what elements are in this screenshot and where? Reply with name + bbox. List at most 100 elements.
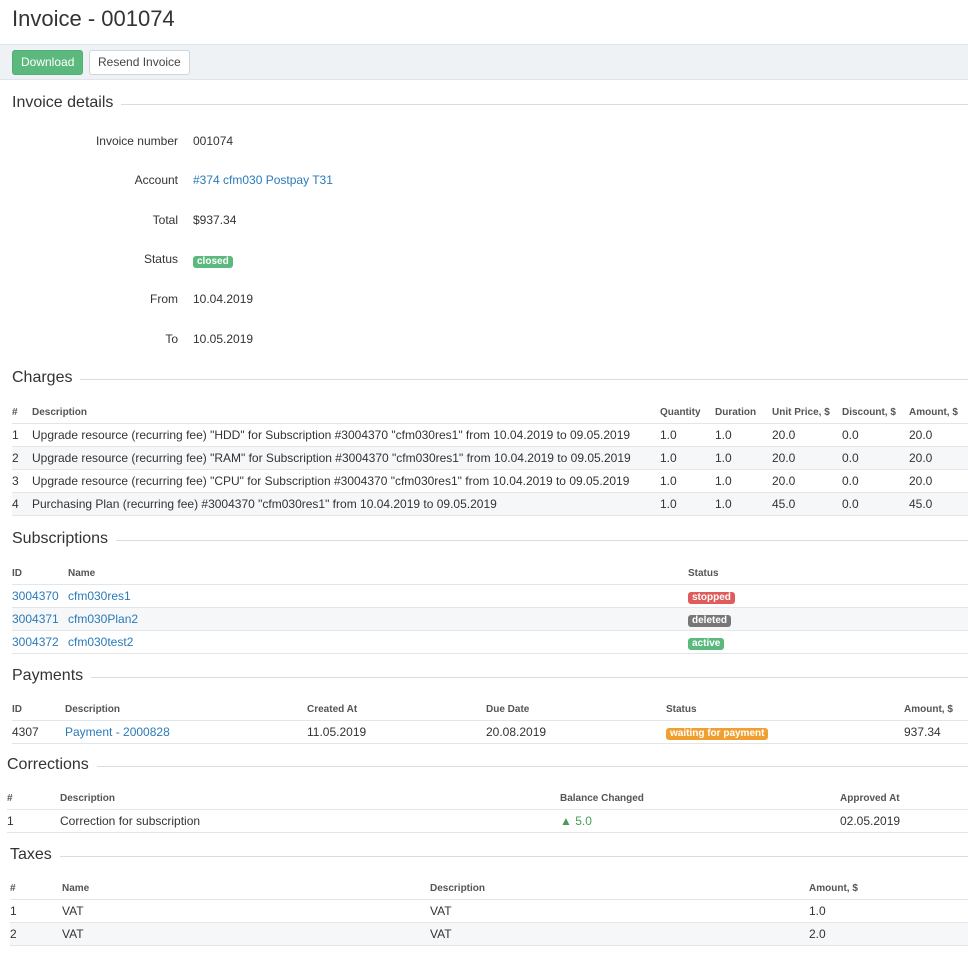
cell: 1.0 xyxy=(715,492,772,516)
table-row: 1 VAT VAT 1.0 xyxy=(10,899,968,923)
status-badge: closed xyxy=(193,256,233,268)
payments-table: ID Description Created At Due Date Statu… xyxy=(12,698,968,744)
cell: 1.0 xyxy=(715,423,772,447)
cell: 0.0 xyxy=(842,469,909,493)
subscription-id-link[interactable]: 3004370 xyxy=(12,589,59,603)
toolbar: Download Resend Invoice xyxy=(0,44,968,80)
table-row: 1 Correction for subscription ▲ 5.0 02.0… xyxy=(7,809,968,833)
column-header: Status xyxy=(688,567,719,579)
download-button[interactable]: Download xyxy=(12,50,84,75)
status-badge: waiting for payment xyxy=(666,727,769,740)
divider xyxy=(12,379,968,380)
divider xyxy=(12,104,968,105)
column-header: Amount, $ xyxy=(809,882,858,894)
invoice-number-label: Invoice number xyxy=(95,134,178,148)
column-header: Discount, $ xyxy=(842,406,896,418)
cell: 20.0 xyxy=(909,469,968,493)
column-header: Approved At xyxy=(840,792,900,804)
divider xyxy=(10,856,968,857)
column-header: # xyxy=(12,406,18,418)
cell: 1 xyxy=(12,423,32,447)
divider xyxy=(7,766,968,767)
column-header: Description xyxy=(430,882,486,894)
status-badge: active xyxy=(688,637,725,650)
column-header: Unit Price, $ xyxy=(772,406,830,418)
section-title-details: Invoice details xyxy=(12,94,122,112)
account-link[interactable]: #374 cfm030 Postpay T31 xyxy=(193,173,333,187)
status-badge: deleted xyxy=(688,614,732,627)
cell: 1.0 xyxy=(660,492,715,516)
subscription-name-link[interactable]: cfm030res1 xyxy=(68,589,131,603)
cell: 1.0 xyxy=(715,469,772,493)
column-header: Quantity xyxy=(660,406,701,418)
cell: 0.0 xyxy=(842,423,909,447)
column-header: Due Date xyxy=(486,703,530,715)
cell: 20.0 xyxy=(772,423,842,447)
cell: 0.0 xyxy=(842,492,909,516)
taxes-table: # Name Description Amount, $ 1 VAT VAT 1… xyxy=(10,877,968,946)
cell: 2 xyxy=(10,922,62,946)
table-row: 2 Upgrade resource (recurring fee) "RAM"… xyxy=(12,446,968,470)
table-row: 1 Upgrade resource (recurring fee) "HDD"… xyxy=(12,423,968,447)
resend-invoice-button[interactable]: Resend Invoice xyxy=(89,50,190,75)
cell: 3 xyxy=(12,469,32,493)
column-header: ID xyxy=(12,703,22,715)
column-header: # xyxy=(7,792,13,804)
column-header: Created At xyxy=(307,703,358,715)
table-row: 3004371 cfm030Plan2 deleted xyxy=(12,607,968,631)
column-header: ID xyxy=(12,567,22,579)
subscription-id-link[interactable]: 3004371 xyxy=(12,612,59,626)
cell: 1 xyxy=(10,899,62,923)
subscription-name-link[interactable]: cfm030test2 xyxy=(68,635,133,649)
cell: 4307 xyxy=(12,720,65,744)
cell: Purchasing Plan (recurring fee) #3004370… xyxy=(32,492,660,516)
cell: 20.0 xyxy=(909,446,968,470)
corrections-table: # Description Balance Changed Approved A… xyxy=(7,787,968,833)
subscription-name-link[interactable]: cfm030Plan2 xyxy=(68,612,138,626)
account-label: Account xyxy=(134,173,178,187)
section-title-taxes: Taxes xyxy=(10,846,60,864)
cell: 45.0 xyxy=(772,492,842,516)
section-title-corrections: Corrections xyxy=(7,756,97,774)
column-header: Amount, $ xyxy=(904,703,953,715)
total-label: Total xyxy=(152,213,178,227)
cell: 20.0 xyxy=(909,423,968,447)
column-header: Balance Changed xyxy=(560,792,644,804)
total-value: $937.34 xyxy=(193,213,237,227)
status-badge: stopped xyxy=(688,591,735,604)
table-row: 2 VAT VAT 2.0 xyxy=(10,922,968,946)
cell: 20.0 xyxy=(772,446,842,470)
cell: Upgrade resource (recurring fee) "RAM" f… xyxy=(32,446,660,470)
from-value: 10.04.2019 xyxy=(193,292,254,306)
cell: VAT xyxy=(430,899,809,923)
section-title-subscriptions: Subscriptions xyxy=(12,530,117,548)
divider xyxy=(12,540,968,541)
subscriptions-table: ID Name Status 3004370 cfm030res1 stoppe… xyxy=(12,562,968,654)
section-title-payments: Payments xyxy=(12,667,92,685)
column-header: Status xyxy=(666,703,697,715)
table-row: 3 Upgrade resource (recurring fee) "CPU"… xyxy=(12,469,968,493)
cell: 0.0 xyxy=(842,446,909,470)
balance-changed-cell: ▲ 5.0 xyxy=(560,809,840,833)
cell: 20.0 xyxy=(772,469,842,493)
payment-link[interactable]: Payment - 2000828 xyxy=(65,725,170,739)
cell: VAT xyxy=(62,922,430,946)
to-value: 10.05.2019 xyxy=(193,332,254,346)
cell: 937.34 xyxy=(904,720,968,744)
status-label: Status xyxy=(143,252,178,266)
cell: Upgrade resource (recurring fee) "HDD" f… xyxy=(32,423,660,447)
table-row: 3004372 cfm030test2 active xyxy=(12,630,968,654)
column-header: Description xyxy=(32,406,88,418)
column-header: Description xyxy=(65,703,121,715)
cell: VAT xyxy=(430,922,809,946)
cell: Upgrade resource (recurring fee) "CPU" f… xyxy=(32,469,660,493)
subscription-id-link[interactable]: 3004372 xyxy=(12,635,59,649)
table-row: 4307 Payment - 2000828 11.05.2019 20.08.… xyxy=(12,720,968,744)
cell: 2 xyxy=(12,446,32,470)
column-header: Duration xyxy=(715,406,757,418)
cell: VAT xyxy=(62,899,430,923)
cell: 2.0 xyxy=(809,922,968,946)
cell: 1 xyxy=(7,809,60,833)
cell: Correction for subscription xyxy=(60,809,560,833)
cell: 1.0 xyxy=(715,446,772,470)
